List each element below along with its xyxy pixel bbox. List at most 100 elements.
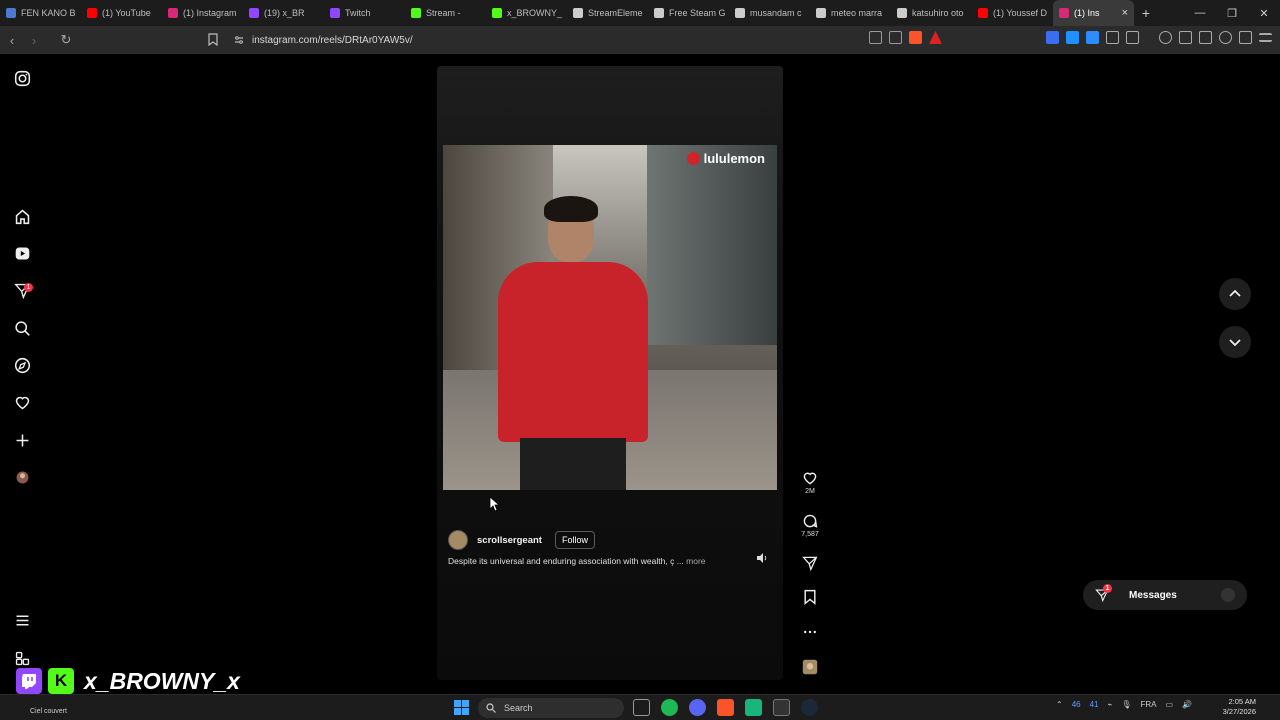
- more-menu-icon[interactable]: [12, 610, 32, 630]
- vpn-icon[interactable]: [1239, 31, 1252, 44]
- clock[interactable]: 2:05 AM 3/27/2026: [1223, 697, 1256, 717]
- browser-tab[interactable]: (1) YouTube: [81, 0, 162, 26]
- minimize-button[interactable]: —: [1184, 7, 1216, 19]
- share-button[interactable]: [800, 555, 820, 571]
- follow-button[interactable]: Follow: [554, 531, 595, 549]
- tab-label: StreamEleme: [588, 8, 643, 18]
- maximize-button[interactable]: ❐: [1216, 7, 1248, 20]
- create-icon[interactable]: [12, 430, 32, 450]
- search-icon: [486, 703, 496, 713]
- network-icon[interactable]: ⌁: [1108, 700, 1113, 709]
- tray-chevron-icon[interactable]: ⌃: [1056, 700, 1063, 709]
- share-icon: [802, 556, 818, 571]
- tab-label: (1) YouTube: [102, 8, 151, 18]
- extension-icon-1[interactable]: [1046, 31, 1059, 44]
- browser-tab[interactable]: (1) Instagram: [162, 0, 243, 26]
- next-reel-button[interactable]: [1219, 326, 1251, 358]
- close-window-button[interactable]: ✕: [1248, 7, 1280, 20]
- author-avatar[interactable]: [448, 530, 468, 550]
- steam-icon[interactable]: [801, 699, 818, 716]
- browser-tab[interactable]: (1) Ins ×: [1053, 0, 1134, 26]
- language-indicator[interactable]: FRA: [1141, 700, 1157, 709]
- more-options-button[interactable]: [800, 624, 820, 640]
- brave-shield-icon[interactable]: [909, 31, 922, 44]
- speaker-icon[interactable]: 🔊: [1182, 700, 1192, 709]
- search-icon[interactable]: [12, 318, 32, 338]
- bookmark-icon[interactable]: [208, 33, 218, 46]
- messages-badge: 1: [1103, 584, 1112, 593]
- browser-tab[interactable]: StreamEleme: [567, 0, 648, 26]
- discord-icon[interactable]: [689, 699, 706, 716]
- reels-icon[interactable]: [12, 243, 32, 263]
- browser-tab[interactable]: Free Steam G: [648, 0, 729, 26]
- leo-icon[interactable]: [1219, 31, 1232, 44]
- browser-tab[interactable]: katsuhiro oto: [891, 0, 972, 26]
- spotify-icon[interactable]: [661, 699, 678, 716]
- wallet-icon[interactable]: [1199, 31, 1212, 44]
- browser-tab[interactable]: Stream -: [405, 0, 486, 26]
- browser-tab[interactable]: meteo marra: [810, 0, 891, 26]
- back-icon[interactable]: ‹: [2, 33, 22, 48]
- clock-date: 3/27/2026: [1222, 707, 1256, 716]
- taskbar-apps: [633, 699, 818, 716]
- explore-icon[interactable]: [12, 355, 32, 375]
- messages-button[interactable]: 1 Messages: [1083, 580, 1247, 610]
- menu-icon[interactable]: [1259, 33, 1272, 42]
- profile-avatar[interactable]: [12, 467, 32, 487]
- browser-tab[interactable]: (1) Youssef D: [972, 0, 1053, 26]
- site-info-icon[interactable]: [234, 35, 244, 45]
- forward-icon[interactable]: ›: [24, 33, 44, 48]
- app-icon-terminal[interactable]: [773, 699, 790, 716]
- home-icon[interactable]: [12, 206, 32, 226]
- tab-favicon-icon: [411, 8, 421, 18]
- brave-rewards-icon[interactable]: [929, 31, 942, 44]
- close-tab-icon[interactable]: ×: [1122, 7, 1128, 19]
- tab-favicon-icon: [87, 8, 97, 18]
- tab-label: meteo marra: [831, 8, 883, 18]
- tray-value-1: 46: [1071, 700, 1081, 709]
- extension-icon-3[interactable]: [1086, 31, 1099, 44]
- reload-icon[interactable]: ↻: [56, 32, 76, 48]
- extension-icon-2[interactable]: [1066, 31, 1079, 44]
- app-icon-green[interactable]: [745, 699, 762, 716]
- instagram-logo-icon[interactable]: [12, 68, 32, 88]
- browser-tab[interactable]: (19) x_BR: [243, 0, 324, 26]
- twitch-logo-icon: [16, 668, 42, 694]
- cast-icon[interactable]: [869, 31, 882, 44]
- reel-actions: 2M 7,587: [798, 0, 822, 675]
- music-icon[interactable]: [1159, 31, 1172, 44]
- brave-icon[interactable]: [717, 699, 734, 716]
- clock-time: 2:05 AM: [1228, 697, 1256, 706]
- more-link[interactable]: more: [686, 556, 705, 566]
- puzzle-icon[interactable]: [1106, 31, 1119, 44]
- browser-tab[interactable]: FEN KANO B: [0, 0, 81, 26]
- previous-reel-button[interactable]: [1219, 278, 1251, 310]
- also-from-meta-icon[interactable]: [12, 648, 32, 668]
- windows-start-icon[interactable]: [454, 700, 469, 715]
- reel-caption: Despite its universal and enduring assoc…: [448, 556, 706, 566]
- heart-icon[interactable]: [12, 392, 32, 412]
- taskbar-search[interactable]: Search: [478, 698, 624, 718]
- share-icon[interactable]: [889, 31, 902, 44]
- url-field[interactable]: instagram.com/reels/DRtAr0YAW5v/: [228, 30, 948, 50]
- save-button[interactable]: [800, 589, 820, 605]
- sidebar-icon[interactable]: [1179, 31, 1192, 44]
- volume-icon[interactable]: [756, 552, 768, 564]
- extension-icon-4[interactable]: [1126, 31, 1139, 44]
- comment-button[interactable]: 7,587: [800, 513, 820, 538]
- tab-label: musandam c: [750, 8, 802, 18]
- comment-count: 7,587: [801, 531, 819, 538]
- like-button[interactable]: 2M: [800, 470, 820, 495]
- task-view-icon[interactable]: [633, 699, 650, 716]
- microphone-icon[interactable]: 🎙: [1121, 700, 1131, 709]
- weather-widget[interactable]: Ciel couvert: [30, 708, 67, 715]
- display-icon[interactable]: ▭: [1166, 700, 1174, 709]
- chevron-down-icon: [1229, 339, 1241, 347]
- audio-thumbnail[interactable]: [800, 659, 820, 675]
- new-tab-button[interactable]: +: [1134, 5, 1158, 21]
- browser-tab[interactable]: x_BROWNY_: [486, 0, 567, 26]
- author-username[interactable]: scrollsergeant: [477, 535, 542, 546]
- reel-video[interactable]: lululemon: [443, 145, 777, 490]
- browser-tab[interactable]: Twitch: [324, 0, 405, 26]
- video-person: [498, 196, 648, 490]
